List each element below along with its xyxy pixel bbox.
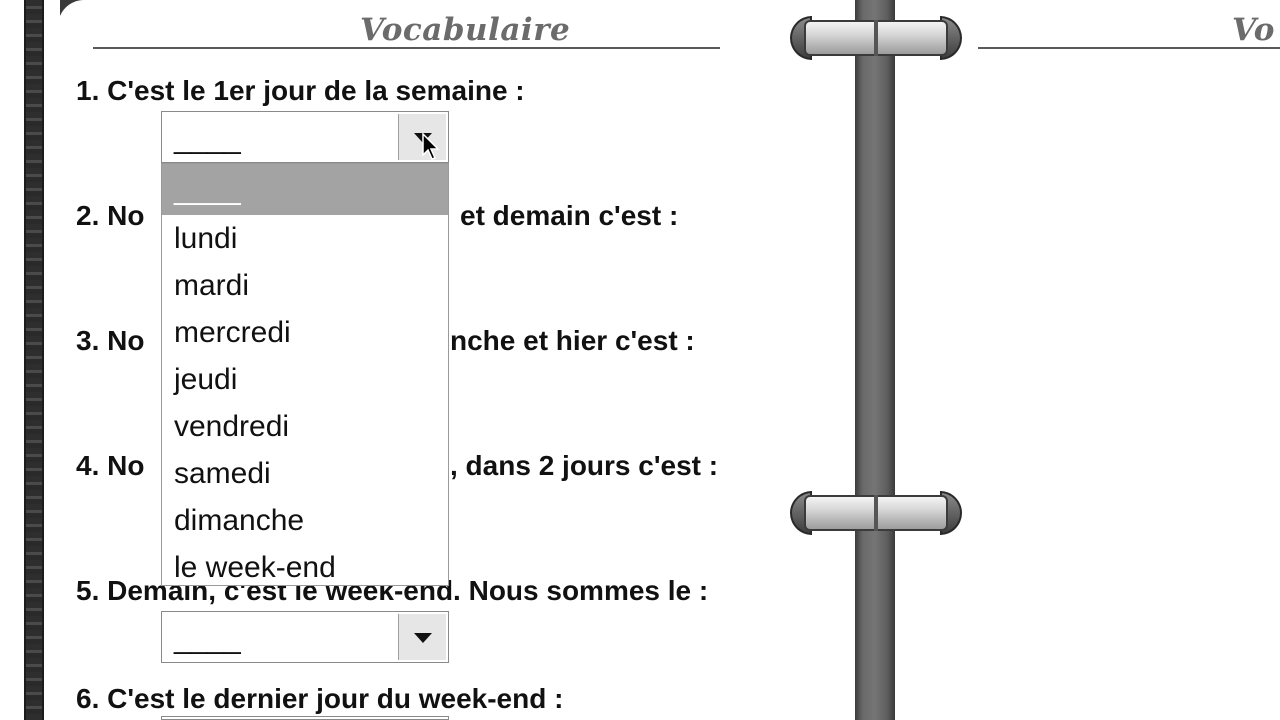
question-4-start: 4. No (76, 450, 145, 481)
dropdown-option-lundi[interactable]: lundi (162, 215, 448, 262)
question-4-end: , dans 2 jours c'est : (450, 450, 719, 481)
question-3-end: nche et hier c'est : (450, 325, 695, 356)
dropdown-option-week-end[interactable]: le week-end (162, 544, 448, 585)
mouse-cursor-icon (422, 133, 440, 160)
dropdown-options-list[interactable]: ____ lundi mardi mercredi jeudi vendredi… (161, 163, 449, 586)
left-title-rule (93, 47, 720, 49)
question-1: 1. C'est le 1er jour de la semaine : (76, 75, 525, 106)
binder-strip (24, 0, 44, 720)
right-title-rule (978, 47, 1280, 49)
binder-ring-top (790, 16, 962, 60)
question-3-start: 3. No (76, 325, 145, 356)
right-notebook-page (895, 0, 1280, 720)
left-page-title: Vocabulaire (360, 12, 571, 48)
dropdown-arrow-button[interactable] (398, 614, 446, 660)
ring-joint (874, 20, 878, 56)
select-value: ____ (174, 622, 241, 655)
question-2-end: et demain c'est : (460, 200, 679, 231)
ring-joint (874, 495, 878, 531)
right-page-title: Vo (1232, 12, 1275, 48)
question-6: 6. C'est le dernier jour du week-end : (76, 683, 564, 714)
dropdown-option-jeudi[interactable]: jeudi (162, 356, 448, 403)
select-value: ____ (174, 122, 241, 155)
answer-select-6[interactable] (161, 716, 449, 720)
answer-select-5[interactable]: ____ (161, 611, 449, 663)
dropdown-option-vendredi[interactable]: vendredi (162, 403, 448, 450)
answer-select-1[interactable]: ____ (161, 111, 449, 163)
dropdown-option-dimanche[interactable]: dimanche (162, 497, 448, 544)
dropdown-option-mercredi[interactable]: mercredi (162, 309, 448, 356)
binder-ring-bottom (790, 491, 962, 535)
dropdown-option-samedi[interactable]: samedi (162, 450, 448, 497)
question-2-start: 2. No (76, 200, 145, 231)
dropdown-option-placeholder[interactable]: ____ (162, 164, 448, 215)
notebook-spine (855, 0, 895, 720)
binder-left-edge (0, 0, 60, 720)
dropdown-option-mardi[interactable]: mardi (162, 262, 448, 309)
chevron-down-icon (414, 633, 432, 643)
